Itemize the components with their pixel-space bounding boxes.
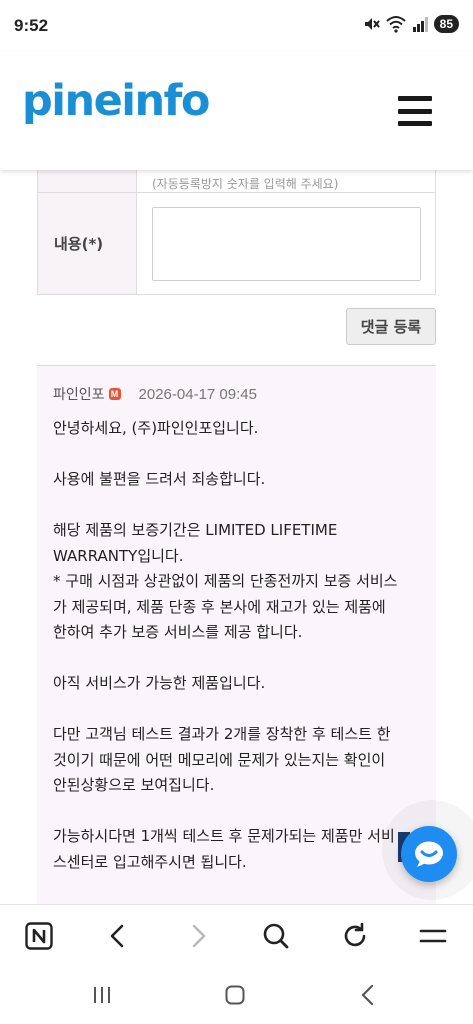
system-nav-bar <box>0 966 473 1024</box>
comment-line <box>53 442 420 468</box>
comment-line <box>53 646 420 672</box>
comment-line: 가능하시다면 1개씩 테스트 후 문제가되는 제품만 서비 <box>53 827 395 845</box>
mute-icon <box>364 18 380 30</box>
status-icons: 85 <box>362 15 459 33</box>
menu-icon[interactable] <box>418 921 448 951</box>
home-icon[interactable] <box>221 982 249 1008</box>
site-logo[interactable]: pineinfo <box>22 76 210 126</box>
browser-toolbar <box>0 904 473 966</box>
comment-line: 가 제공되며, 제품 단종 후 본사에 재고가 있는 제품에 <box>53 597 386 616</box>
chat-bubble-icon <box>415 841 443 867</box>
content-label: 내용(*) <box>38 193 137 294</box>
admin-badge-icon: M <box>108 388 121 400</box>
captcha-label <box>38 170 137 192</box>
comment-line: 것이기 때문에 어떤 메모리에 문제가 있는지는 확인이 <box>53 750 386 769</box>
comment-line: 아직 서비스가 가능한 제품입니다. <box>53 674 266 692</box>
wifi-icon <box>385 16 406 33</box>
captcha-row: (자동등록방지 숫자를 입력해 주세요) <box>37 170 436 193</box>
comment-author[interactable]: 파인인포 <box>53 384 105 404</box>
search-icon[interactable] <box>261 921 291 951</box>
comment-line: 안녕하세요, (주)파인인포입니다. <box>53 419 259 437</box>
comment-body: 안녕하세요, (주)파인인포입니다. 사용에 불편을 드려서 죄송합니다. 해당… <box>53 416 420 875</box>
back-icon[interactable] <box>103 921 133 951</box>
comment-form: (자동등록방지 숫자를 입력해 주세요) 내용(*) <box>37 170 436 295</box>
comment-line: 안된상황으로 보여집니다. <box>53 776 215 794</box>
comment-line: * 구매 시점과 상관없이 제품의 단종전까지 보증 서비스 <box>53 572 398 590</box>
comment-line: 스센터로 입고해주시면 됩니다. <box>53 852 247 871</box>
signal-icon <box>412 17 428 32</box>
site-header: pineinfo <box>0 52 473 170</box>
submit-comment-button[interactable]: 댓글 등록 <box>346 308 436 345</box>
captcha-hint: (자동등록방지 숫자를 입력해 주세요) <box>152 177 339 191</box>
battery-indicator: 85 <box>433 15 459 33</box>
hamburger-menu-icon[interactable] <box>398 96 432 126</box>
comment-line: 사용에 불편을 드려서 죄송합니다. <box>53 470 266 488</box>
system-back-icon[interactable] <box>354 982 382 1008</box>
naver-home-icon[interactable] <box>24 921 54 951</box>
recents-icon[interactable] <box>88 982 116 1008</box>
status-bar: 9:52 85 <box>0 0 473 52</box>
comment-date: 2026-04-17 09:45 <box>138 385 257 403</box>
refresh-icon[interactable] <box>340 921 370 951</box>
content-textarea[interactable] <box>152 207 421 281</box>
comment-line <box>53 799 420 825</box>
chat-button[interactable] <box>401 826 457 882</box>
status-time: 9:52 <box>14 16 49 35</box>
forward-icon[interactable] <box>183 921 213 951</box>
comment-line: 해당 제품의 보증기간은 LIMITED LIFETIME <box>53 521 338 539</box>
comment-line: WARRANTY입니다. <box>53 546 184 565</box>
page-content: (자동등록방지 숫자를 입력해 주세요) 내용(*) 댓글 등록 파인인포 M … <box>0 170 473 904</box>
comment-line <box>53 697 420 723</box>
comment-item: 파인인포 M 2026-04-17 09:45 안녕하세요, (주)파인인포입니… <box>37 365 436 904</box>
comment-line: 다만 고객님 테스트 결과가 2개를 장착한 후 테스트 한 <box>53 725 391 743</box>
comment-meta: 파인인포 M 2026-04-17 09:45 <box>53 384 420 404</box>
comment-line <box>53 493 420 519</box>
content-row: 내용(*) <box>37 193 436 295</box>
comment-line: 한하여 추가 보증 서비스를 제공 합니다. <box>53 623 303 641</box>
